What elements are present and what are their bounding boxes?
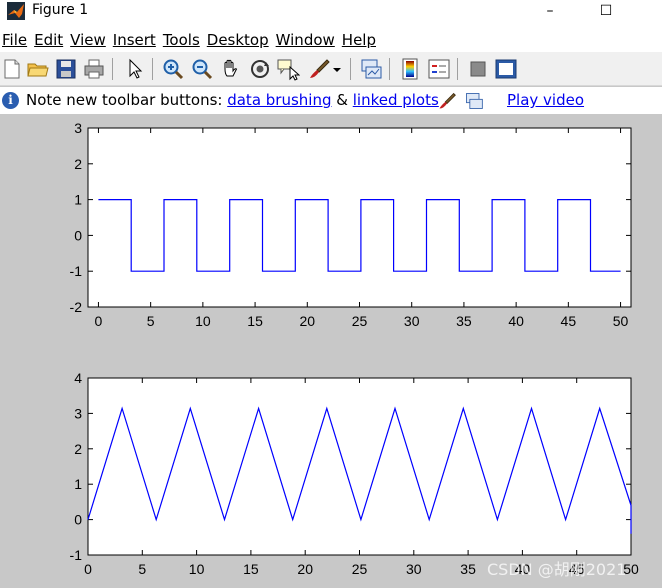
axes-1-x-tick-label: 20 <box>299 313 315 329</box>
watermark: CSDN @胡刚2021 <box>487 560 627 579</box>
axes-2-x-tick-label: 20 <box>297 561 313 577</box>
axes-1-x-tick-label: 50 <box>613 313 629 329</box>
axes-2-y-tick-label: 0 <box>74 512 82 528</box>
axes-2-x-tick-label: 0 <box>84 561 92 577</box>
axes-1-y-tick-label: 2 <box>74 156 82 172</box>
axes-1-y-tick-label: -1 <box>70 263 83 279</box>
axes-1-y-tick-label: -2 <box>70 299 83 315</box>
axes-2-x-tick-label: 25 <box>352 561 368 577</box>
axes-1-x-tick-label: 40 <box>508 313 524 329</box>
axes-1-y-tick-label: 1 <box>74 192 82 208</box>
axes-2-x-tick-label: 10 <box>189 561 205 577</box>
axes-2-x-tick-label: 15 <box>243 561 259 577</box>
axes-1-y-tick-label: 3 <box>74 120 82 136</box>
axes-1-x-tick-label: 15 <box>247 313 263 329</box>
axes-2-y-tick-label: -1 <box>70 547 83 563</box>
axes-2-y-tick-label: 3 <box>74 405 82 421</box>
axes-1-y-tick-label: 0 <box>74 227 82 243</box>
axes-1-x-tick-label: 0 <box>95 313 103 329</box>
axes-1-x-tick-label: 30 <box>404 313 420 329</box>
axes-2-x-tick-label: 30 <box>406 561 422 577</box>
axes-2-x-tick-label: 35 <box>460 561 476 577</box>
axes-2-y-tick-label: 4 <box>74 370 82 386</box>
axes-1-x-tick-label: 25 <box>352 313 368 329</box>
axes-1-box[interactable] <box>87 127 632 308</box>
axes-1-x-tick-label: 5 <box>147 313 155 329</box>
axes-2-y-tick-label: 2 <box>74 441 82 457</box>
axes-2-y-tick-label: 1 <box>74 476 82 492</box>
axes-1-x-tick-label: 10 <box>195 313 211 329</box>
axes-1-x-tick-label: 45 <box>561 313 577 329</box>
axes-2-x-tick-label: 5 <box>138 561 146 577</box>
axes-1-x-tick-label: 35 <box>456 313 472 329</box>
figure-canvas: 0 5 10 15 20 25 30 35 40 45 50-2-101230 5 10 15 20 25 30… <box>70 120 639 577</box>
